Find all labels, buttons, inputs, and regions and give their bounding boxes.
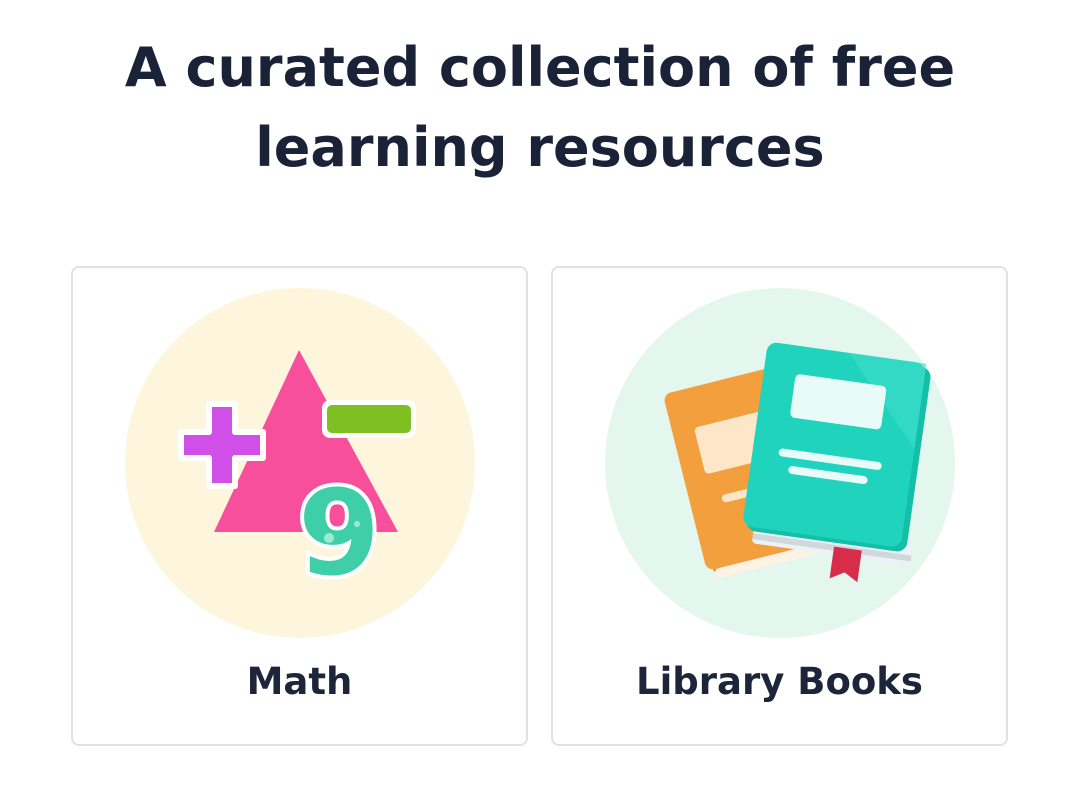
books-icon [605, 288, 955, 638]
math-symbols-icon: 9 [125, 288, 475, 638]
svg-text:9: 9 [298, 464, 380, 602]
math-card-label: Math [246, 660, 353, 703]
page-title: A curated collection of free learning re… [124, 36, 956, 179]
library-books-illustration [605, 288, 955, 638]
math-illustration: 9 [125, 288, 475, 638]
library-books-card-label: Library Books [636, 660, 923, 703]
library-books-card[interactable]: Library Books [551, 266, 1008, 746]
math-card[interactable]: 9 Math [71, 266, 528, 746]
